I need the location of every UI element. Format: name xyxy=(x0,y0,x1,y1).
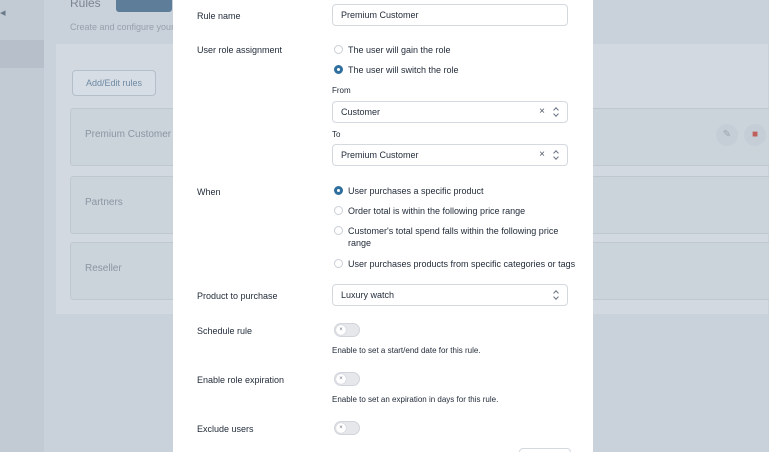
schedule-label: Schedule rule xyxy=(197,326,253,336)
expiration-toggle[interactable]: × xyxy=(334,372,360,386)
rule-name-value: Premium Customer xyxy=(341,10,419,20)
gain-role-radio[interactable] xyxy=(334,45,343,54)
when-option-label[interactable]: User purchases a specific product xyxy=(348,185,484,197)
switch-role-radio[interactable] xyxy=(334,65,343,74)
expiration-help: Enable to set an expiration in days for … xyxy=(332,395,499,404)
schedule-toggle[interactable]: × xyxy=(334,323,360,337)
from-label: From xyxy=(332,86,351,95)
to-role-value: Premium Customer xyxy=(341,150,419,160)
toggle-off-icon: × xyxy=(336,423,346,433)
header-button xyxy=(116,0,172,12)
sidebar-selected-item xyxy=(0,40,44,68)
sidebar: ◂ xyxy=(0,0,44,452)
footer-button[interactable] xyxy=(519,448,571,452)
exclude-users-toggle[interactable]: × xyxy=(334,421,360,435)
when-option-radio[interactable] xyxy=(334,186,343,195)
edit-icon: ✎ xyxy=(716,124,738,146)
from-role-select[interactable]: Customer × xyxy=(332,101,568,123)
product-select[interactable]: Luxury watch xyxy=(332,284,568,306)
from-role-value: Customer xyxy=(341,107,381,117)
to-label: To xyxy=(332,130,341,139)
schedule-help: Enable to set a start/end date for this … xyxy=(332,346,481,355)
clear-icon[interactable]: × xyxy=(539,149,545,160)
add-rules-button: Add/Edit rules xyxy=(72,70,156,96)
switch-role-option-label[interactable]: The user will switch the role xyxy=(348,64,459,76)
rule-row-name: Partners xyxy=(85,197,123,208)
expiration-label: Enable role expiration xyxy=(197,375,285,385)
select-arrows-icon xyxy=(553,106,559,118)
when-option-radio[interactable] xyxy=(334,206,343,215)
clear-icon[interactable]: × xyxy=(539,106,545,117)
page-title: Rules xyxy=(70,0,101,10)
delete-icon: ■ xyxy=(744,124,766,146)
rule-name-input[interactable]: Premium Customer xyxy=(332,4,568,26)
rule-row-name: Reseller xyxy=(85,263,122,274)
rule-name-label: Rule name xyxy=(197,11,241,21)
toggle-off-icon: × xyxy=(336,374,346,384)
when-option-radio[interactable] xyxy=(334,226,343,235)
when-option-label[interactable]: Customer's total spend falls within the … xyxy=(348,225,563,249)
back-arrow-icon: ◂ xyxy=(0,7,6,19)
role-assignment-label: User role assignment xyxy=(197,45,283,55)
product-value: Luxury watch xyxy=(341,290,395,300)
select-arrows-icon xyxy=(553,149,559,161)
product-label: Product to purchase xyxy=(197,291,278,301)
exclude-users-label: Exclude users xyxy=(197,424,254,434)
gain-role-option-label[interactable]: The user will gain the role xyxy=(348,44,451,56)
when-option-radio[interactable] xyxy=(334,259,343,268)
select-arrows-icon xyxy=(553,289,559,301)
rule-editor-modal: Rule name Premium Customer User role ass… xyxy=(173,0,593,452)
when-label: When xyxy=(197,187,221,197)
when-option-label[interactable]: Order total is within the following pric… xyxy=(348,205,525,217)
rule-row-name: Premium Customer xyxy=(85,129,172,140)
when-option-label[interactable]: User purchases products from specific ca… xyxy=(348,258,575,270)
toggle-off-icon: × xyxy=(336,325,346,335)
to-role-select[interactable]: Premium Customer × xyxy=(332,144,568,166)
page-description: Create and configure your xyxy=(70,22,175,32)
